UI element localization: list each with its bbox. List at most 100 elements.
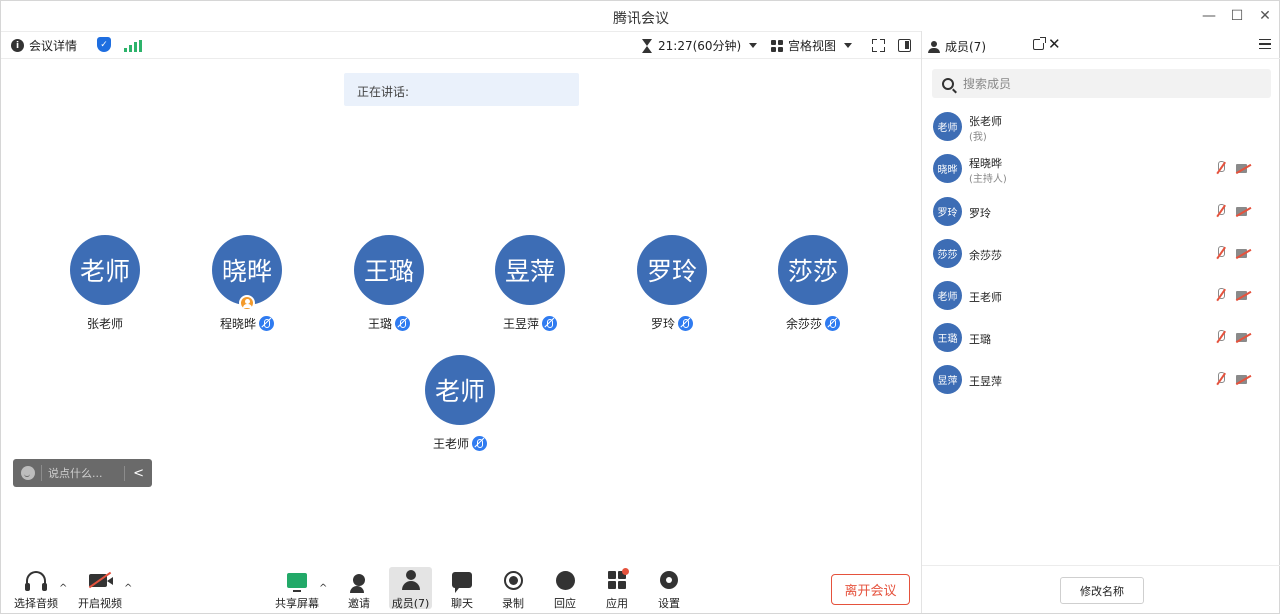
member-row[interactable]: 莎莎 余莎莎 (922, 239, 1280, 279)
participant-name: 罗玲 (650, 316, 675, 331)
mic-muted-icon[interactable] (1215, 204, 1227, 218)
avatar: 罗玲 (637, 235, 707, 305)
participant-tile[interactable]: 王璐 王璐 (339, 235, 439, 331)
mic-muted-icon (542, 315, 557, 331)
maximize-button[interactable]: ☐ (1225, 5, 1249, 27)
share-screen-button[interactable]: 共享屏幕 (271, 568, 323, 611)
popout-icon[interactable] (1033, 37, 1046, 50)
emoji-react-icon (555, 570, 575, 590)
mic-muted-icon[interactable] (1215, 288, 1227, 302)
close-panel-button[interactable]: ✕ (1048, 35, 1061, 53)
member-role: (主持人) (969, 174, 1007, 185)
participant-tile[interactable]: 老师 张老师 (55, 235, 155, 331)
security-button[interactable]: ✓ (97, 37, 111, 52)
avatar: 王璐 (933, 323, 962, 352)
timer-label: 21:27(60分钟) (658, 39, 742, 53)
view-mode-label: 宫格视图 (788, 39, 837, 53)
mic-muted-icon[interactable] (1215, 330, 1227, 344)
participant-tile[interactable]: 老师 王老师 (410, 355, 510, 451)
audio-button[interactable]: 选择音频 (10, 568, 62, 611)
toggle-sidebar-button[interactable] (898, 39, 911, 52)
leave-meeting-button[interactable]: 离开会议 (831, 574, 910, 605)
avatar: 老师 (70, 235, 140, 305)
avatar: 莎莎 (933, 239, 962, 268)
mic-muted-icon (395, 315, 410, 331)
members-button[interactable]: 成员(7) (389, 567, 432, 610)
chat-icon (452, 572, 472, 593)
member-name: 余莎莎 (969, 249, 1002, 262)
member-search[interactable] (932, 69, 1271, 98)
avatar: 老师 (933, 112, 962, 141)
member-row[interactable]: 罗玲 罗玲 (922, 197, 1280, 237)
participant-tile[interactable]: 莎莎 余莎莎 (763, 235, 863, 331)
speaking-indicator: 正在讲话: (344, 73, 579, 106)
chat-button[interactable]: 聊天 (436, 568, 488, 611)
rename-button[interactable]: 修改名称 (1060, 577, 1144, 604)
camera-off-icon[interactable] (1236, 374, 1251, 384)
search-input[interactable] (963, 76, 1243, 91)
meeting-details-button[interactable]: i 会议详情 (11, 37, 77, 54)
fullscreen-button[interactable] (872, 39, 885, 52)
quick-chat-box[interactable]: 说点什么... < (13, 459, 152, 487)
camera-off-icon[interactable] (1236, 332, 1251, 342)
avatar: 晓晔 (212, 235, 282, 311)
avatar: 罗玲 (933, 197, 962, 226)
hourglass-icon (641, 38, 653, 53)
participant-name: 王昱萍 (502, 316, 539, 331)
participant-name: 张老师 (86, 316, 123, 331)
camera-off-icon[interactable] (1236, 290, 1251, 300)
view-mode-dropdown[interactable]: 宫格视图 (771, 37, 853, 54)
mic-muted-icon (472, 435, 487, 451)
member-row[interactable]: 晓晔 程晓晔 (主持人) (922, 154, 1280, 194)
mic-muted-icon (259, 315, 274, 331)
host-icon (239, 295, 255, 311)
close-window-button[interactable]: ✕ (1253, 5, 1277, 27)
minimize-button[interactable]: — (1197, 5, 1221, 27)
avatar: 王璐 (354, 235, 424, 305)
sidebar-icon (898, 39, 911, 52)
member-row[interactable]: 老师 张老师 (我) (922, 112, 1280, 152)
camera-off-icon[interactable] (1236, 248, 1251, 258)
participant-name: 王老师 (432, 436, 469, 451)
member-row[interactable]: 老师 王老师 (922, 281, 1280, 321)
fullscreen-icon (872, 39, 885, 52)
menu-icon[interactable] (1259, 39, 1271, 49)
mic-muted-icon[interactable] (1215, 161, 1227, 175)
camera-off-icon[interactable] (1236, 206, 1251, 216)
avatar: 莎莎 (778, 235, 848, 305)
member-row[interactable]: 昱萍 王昱萍 (922, 365, 1280, 405)
invite-button[interactable]: 邀请 (333, 568, 385, 611)
record-button[interactable]: 录制 (487, 568, 539, 611)
member-name: 罗玲 (969, 207, 991, 220)
chevron-down-icon (844, 43, 853, 48)
participant-tile[interactable]: 昱萍 王昱萍 (480, 235, 580, 331)
info-icon: i (11, 39, 24, 52)
avatar: 晓晔 (933, 154, 962, 183)
meeting-timer[interactable]: 21:27(60分钟) (641, 37, 758, 54)
collapse-chat-button[interactable]: < (124, 465, 144, 481)
video-options-caret[interactable]: ^ (124, 583, 134, 594)
emoji-icon[interactable] (21, 466, 35, 480)
audio-options-caret[interactable]: ^ (59, 583, 69, 594)
video-button[interactable]: 开启视频 (74, 568, 126, 611)
grid-view-icon (771, 39, 783, 52)
share-options-caret[interactable]: ^ (319, 583, 329, 594)
chat-input-placeholder[interactable]: 说点什么... (48, 465, 103, 481)
mic-muted-icon (825, 315, 840, 331)
react-button[interactable]: 回应 (539, 568, 591, 611)
members-panel-header: 成员(7) ✕ (922, 31, 1280, 59)
participant-name: 王璐 (367, 316, 392, 331)
gear-icon (660, 571, 678, 589)
network-signal[interactable] (124, 40, 142, 52)
participant-tile[interactable]: 罗玲 罗玲 (622, 235, 722, 331)
record-icon (503, 570, 523, 590)
participant-tile[interactable]: 晓晔 程晓晔 (197, 235, 297, 331)
mic-muted-icon[interactable] (1215, 246, 1227, 260)
mic-muted-icon[interactable] (1215, 372, 1227, 386)
member-name: 张老师 (969, 115, 1002, 128)
camera-off-icon[interactable] (1236, 163, 1251, 173)
apps-icon (608, 568, 629, 589)
member-row[interactable]: 王璐 王璐 (922, 323, 1280, 363)
settings-button[interactable]: 设置 (643, 568, 695, 611)
apps-button[interactable]: 应用 (591, 568, 643, 611)
